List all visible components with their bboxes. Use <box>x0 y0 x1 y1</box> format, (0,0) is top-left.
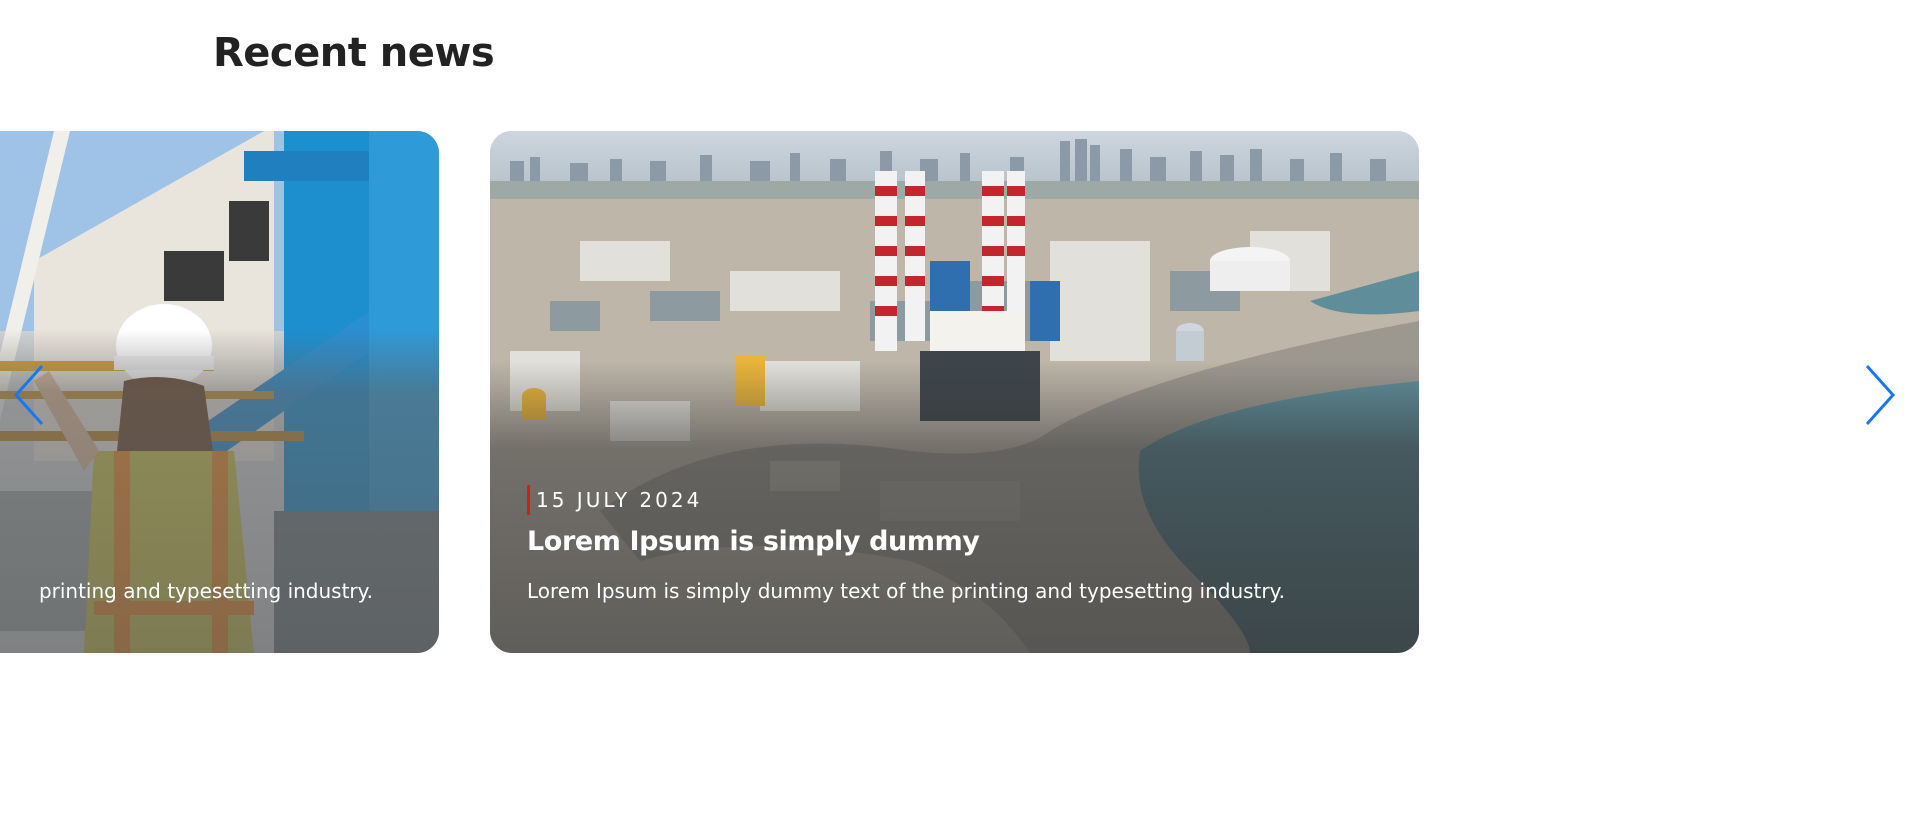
page: Recent news printing and typesetting ind… <box>0 0 1909 814</box>
chevron-right-icon <box>1865 364 1896 426</box>
news-card-featured[interactable]: 15 JULY 2024 Lorem Ipsum is simply dummy… <box>490 131 1419 653</box>
card-title[interactable]: Lorem Ipsum is simply dummy <box>527 526 980 557</box>
carousel-prev-button[interactable] <box>8 360 48 430</box>
chevron-left-icon <box>13 364 44 426</box>
card-date: 15 JULY 2024 <box>527 485 702 515</box>
card-excerpt: Lorem Ipsum is simply dummy text of the … <box>527 579 1285 603</box>
news-carousel: printing and typesetting industry. 15 JU… <box>0 0 1909 814</box>
card-overlay <box>0 329 439 653</box>
news-card-previous[interactable]: printing and typesetting industry. <box>0 131 439 653</box>
carousel-next-button[interactable] <box>1861 360 1901 430</box>
card-excerpt: printing and typesetting industry. <box>38 579 373 603</box>
